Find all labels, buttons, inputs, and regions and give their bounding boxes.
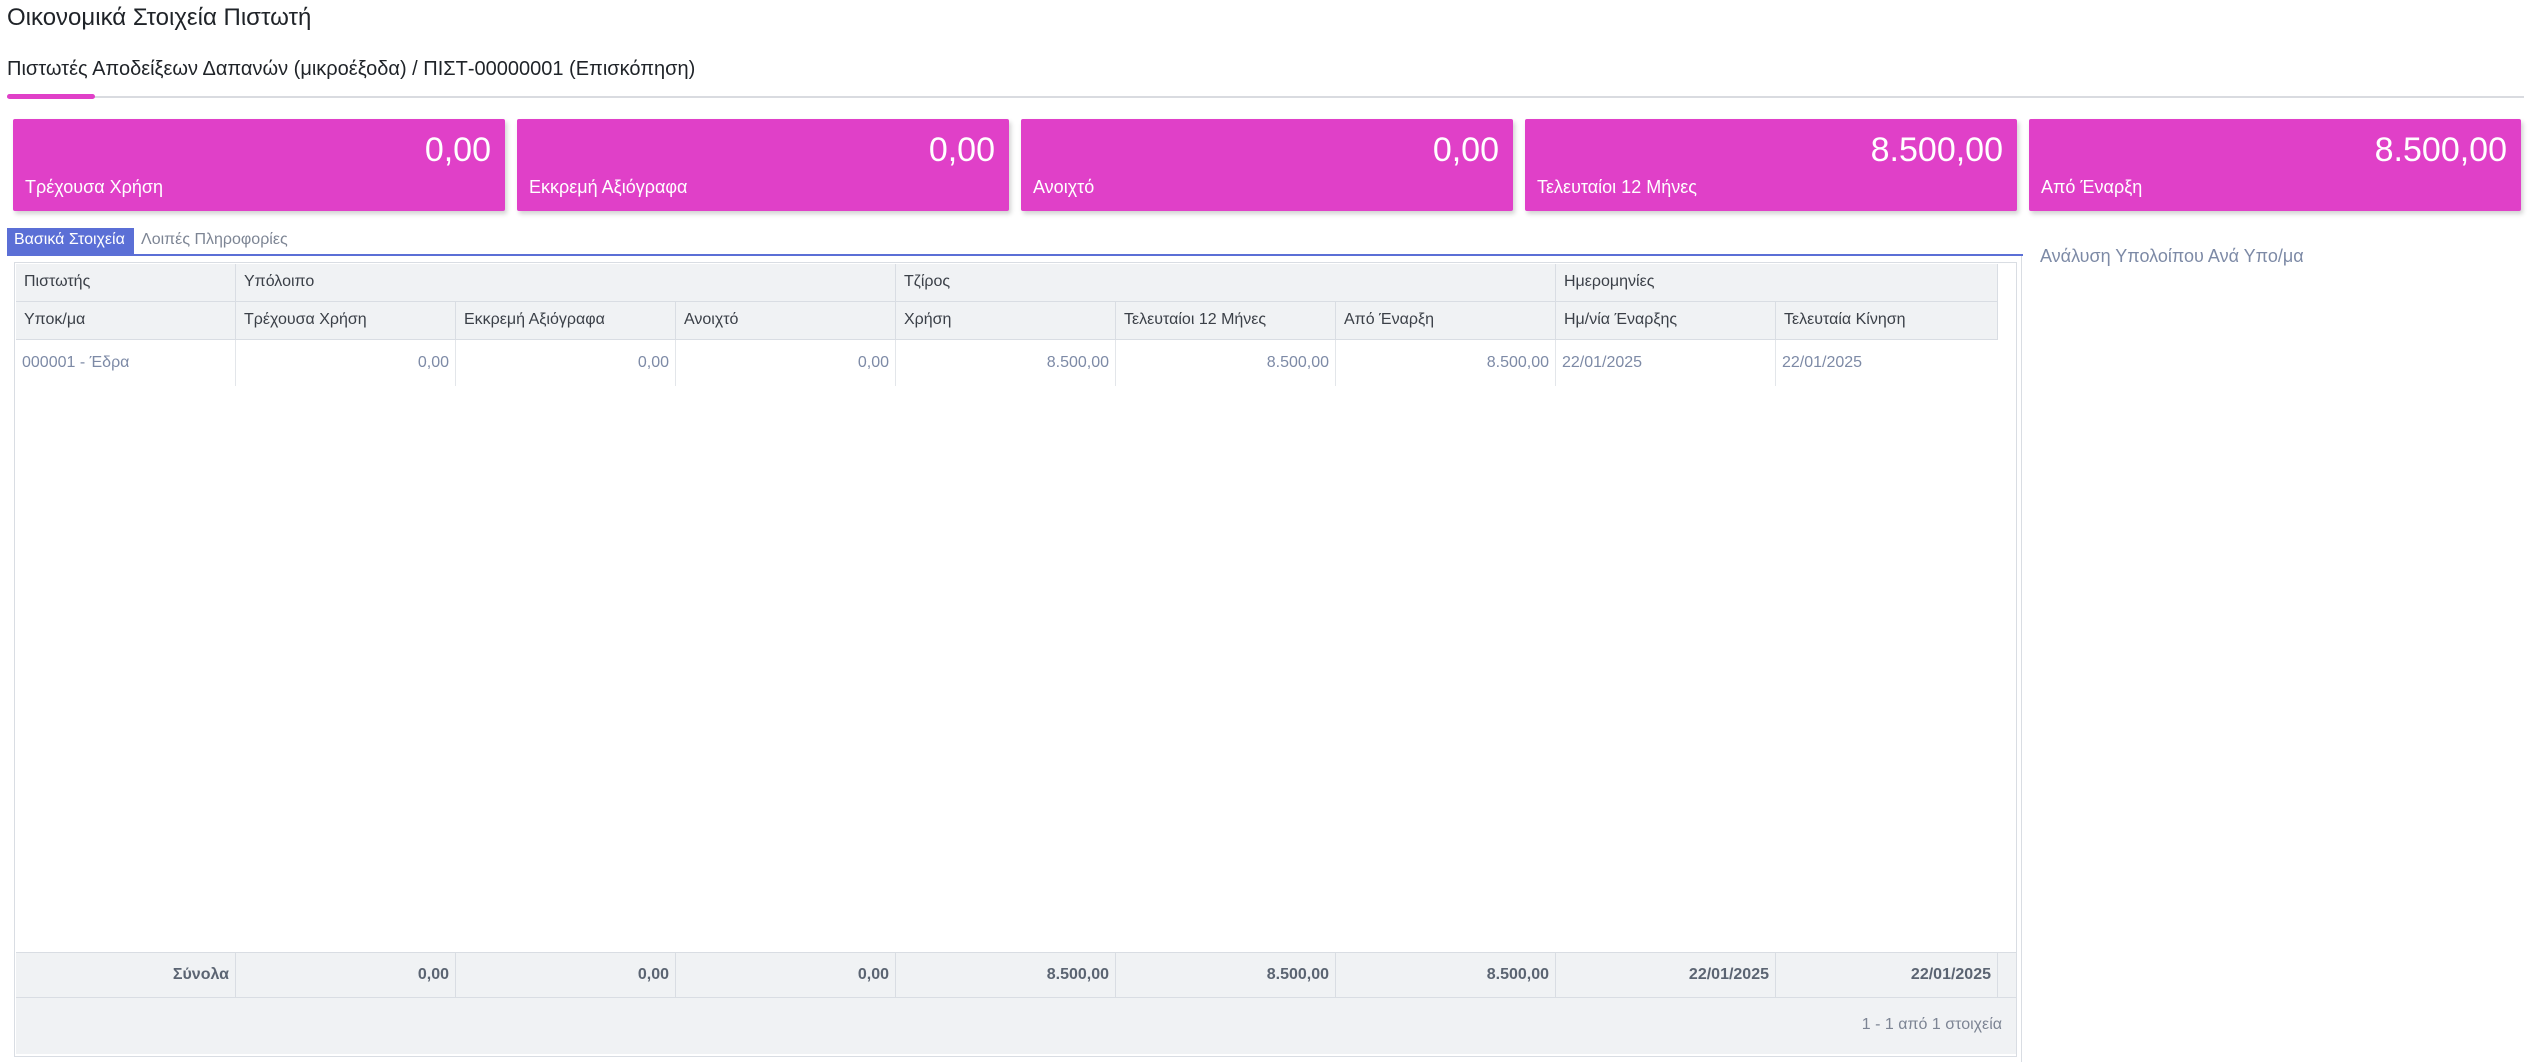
totals-row: Σύνολα 0,00 0,00 0,00 8.500,00 8.500,00 … bbox=[16, 952, 2016, 998]
total-pending-securities: 0,00 bbox=[456, 953, 676, 997]
kpi-card-current-year[interactable]: 0,00 Τρέχουσα Χρήση bbox=[13, 119, 505, 211]
total-start-date: 22/01/2025 bbox=[1556, 953, 1776, 997]
column-header-year-use[interactable]: Χρήση bbox=[896, 302, 1116, 339]
tab-underline bbox=[7, 254, 2023, 256]
totals-label: Σύνολα bbox=[16, 953, 236, 997]
grid-column-header-row: Υποκ/μα Τρέχουσα Χρήση Εκκρεμή Αξιόγραφα… bbox=[16, 302, 1998, 340]
grid-group-header-row: Πιστωτής Υπόλοιπο Τζίρος Ημερομηνίες bbox=[16, 264, 1998, 302]
balance-analysis-link[interactable]: Ανάλυση Υπολοίπου Ανά Υπο/μα bbox=[2040, 246, 2304, 267]
total-current-year: 0,00 bbox=[236, 953, 456, 997]
kpi-card-last-12-months[interactable]: 8.500,00 Τελευταίοι 12 Μήνες bbox=[1525, 119, 2017, 211]
pager-info: 1 - 1 από 1 στοιχεία bbox=[1861, 1016, 2002, 1033]
group-header-balance: Υπόλοιπο bbox=[236, 264, 896, 301]
cell-current-year: 0,00 bbox=[236, 340, 456, 386]
column-header-branch[interactable]: Υποκ/μα bbox=[16, 302, 236, 339]
total-last-movement: 22/01/2025 bbox=[1776, 953, 1998, 997]
table-row[interactable]: 000001 - Έδρα 0,00 0,00 0,00 8.500,00 8.… bbox=[16, 340, 1998, 386]
total-since-start: 8.500,00 bbox=[1336, 953, 1556, 997]
kpi-card-pending-securities[interactable]: 0,00 Εκκρεμή Αξιόγραφα bbox=[517, 119, 1009, 211]
panel-divider bbox=[2021, 256, 2022, 1062]
tab-other-info[interactable]: Λοιπές Πληροφορίες bbox=[141, 231, 288, 249]
kpi-label: Τρέχουσα Χρήση bbox=[25, 177, 163, 197]
cell-branch: 000001 - Έδρα bbox=[16, 340, 236, 386]
subtitle-accent-bar bbox=[7, 94, 95, 99]
kpi-label: Ανοιχτό bbox=[1033, 177, 1095, 197]
kpi-value: 0,00 bbox=[1432, 131, 1499, 169]
group-header-dates: Ημερομηνίες bbox=[1556, 264, 1998, 301]
subtitle-divider bbox=[7, 96, 2524, 98]
cell-start-date: 22/01/2025 bbox=[1556, 340, 1776, 386]
tab-basic-info[interactable]: Βασικά Στοιχεία bbox=[7, 228, 134, 254]
total-open: 0,00 bbox=[676, 953, 896, 997]
page-subtitle: Πιστωτές Αποδείξεων Δαπανών (μικροέξοδα)… bbox=[7, 58, 696, 80]
column-header-pending-securities[interactable]: Εκκρεμή Αξιόγραφα bbox=[456, 302, 676, 339]
column-header-start-date[interactable]: Ημ/νία Έναρξης bbox=[1556, 302, 1776, 339]
kpi-card-open[interactable]: 0,00 Ανοιχτό bbox=[1021, 119, 1513, 211]
kpi-value: 8.500,00 bbox=[2374, 131, 2507, 169]
group-header-turnover: Τζίρος bbox=[896, 264, 1556, 301]
cell-year-use: 8.500,00 bbox=[896, 340, 1116, 386]
total-last-12-months: 8.500,00 bbox=[1116, 953, 1336, 997]
cell-since-start: 8.500,00 bbox=[1336, 340, 1556, 386]
kpi-card-since-start[interactable]: 8.500,00 Από Έναρξη bbox=[2029, 119, 2521, 211]
cell-last-movement: 22/01/2025 bbox=[1782, 354, 1863, 371]
kpi-value: 0,00 bbox=[928, 131, 995, 169]
cell-open: 0,00 bbox=[676, 340, 896, 386]
page-title: Οικονομικά Στοιχεία Πιστωτή bbox=[7, 4, 312, 31]
column-header-last-movement[interactable]: Τελευταία Κίνηση bbox=[1776, 302, 1998, 339]
grid-pager: 1 - 1 από 1 στοιχεία bbox=[16, 998, 2016, 1054]
column-header-open[interactable]: Ανοιχτό bbox=[676, 302, 896, 339]
kpi-label: Εκκρεμή Αξιόγραφα bbox=[529, 177, 688, 197]
column-header-last-12-months[interactable]: Τελευταίοι 12 Μήνες bbox=[1116, 302, 1336, 339]
total-year-use: 8.500,00 bbox=[896, 953, 1116, 997]
cell-pending-securities: 0,00 bbox=[456, 340, 676, 386]
column-header-since-start[interactable]: Από Έναρξη bbox=[1336, 302, 1556, 339]
kpi-label: Από Έναρξη bbox=[2041, 177, 2143, 197]
cell-last-12-months: 8.500,00 bbox=[1116, 340, 1336, 386]
kpi-value: 0,00 bbox=[424, 131, 491, 169]
group-header-creditor: Πιστωτής bbox=[16, 264, 236, 301]
kpi-value: 8.500,00 bbox=[1870, 131, 2003, 169]
kpi-label: Τελευταίοι 12 Μήνες bbox=[1537, 177, 1697, 197]
column-header-current-year[interactable]: Τρέχουσα Χρήση bbox=[236, 302, 456, 339]
